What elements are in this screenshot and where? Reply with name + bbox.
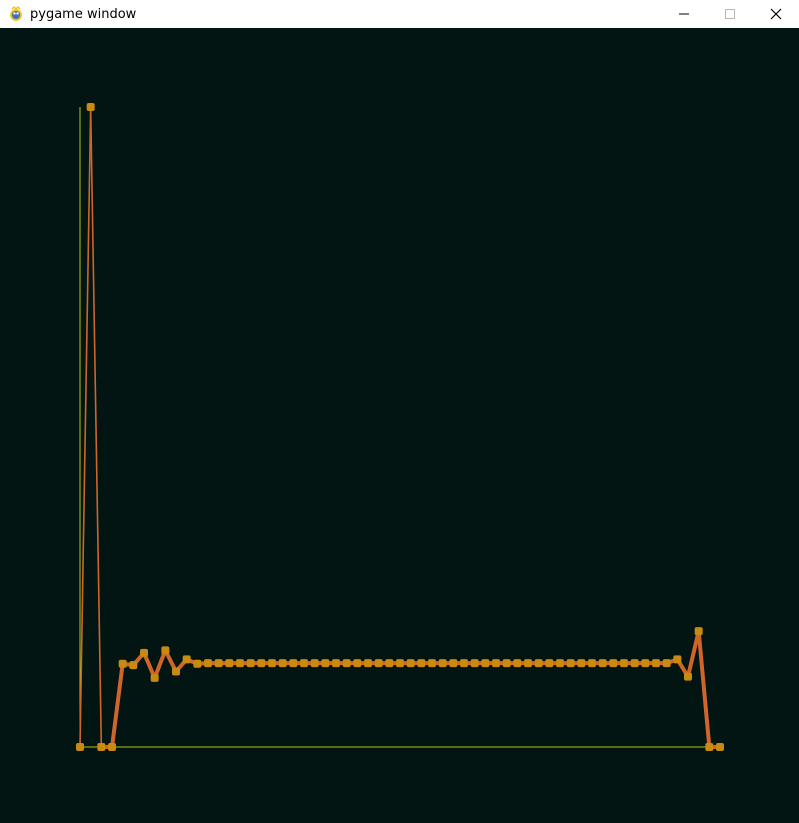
- data-point-marker: [694, 627, 703, 636]
- data-point-marker: [150, 673, 159, 682]
- data-point-marker: [342, 659, 351, 668]
- data-point-marker: [236, 659, 244, 668]
- line-plot: [76, 103, 724, 751]
- data-point-marker: [577, 659, 586, 668]
- data-point-marker: [353, 659, 362, 668]
- data-point-marker: [97, 743, 106, 751]
- maximize-icon: [725, 9, 735, 19]
- data-point-marker: [76, 743, 84, 751]
- series-segment: [696, 629, 712, 749]
- data-point-marker: [204, 659, 212, 668]
- data-point-marker: [598, 659, 607, 668]
- data-point-marker: [673, 655, 682, 664]
- data-point-marker: [620, 659, 628, 668]
- minimize-icon: [679, 13, 689, 15]
- data-point-marker: [406, 659, 415, 668]
- data-point-marker: [321, 659, 330, 668]
- data-point-marker: [300, 659, 308, 668]
- data-point-marker: [449, 659, 458, 668]
- series-marker-group: [76, 103, 724, 751]
- data-point-marker: [108, 743, 116, 751]
- data-point-marker: [716, 743, 724, 751]
- data-point-marker: [278, 659, 287, 668]
- data-point-marker: [630, 659, 639, 668]
- data-point-marker: [182, 655, 191, 664]
- series-segment: [152, 648, 168, 680]
- data-point-marker: [545, 659, 554, 668]
- data-point-marker: [588, 659, 596, 668]
- data-point-marker: [641, 659, 650, 668]
- data-point-marker: [129, 661, 138, 670]
- data-point-marker: [257, 659, 266, 668]
- data-point-marker: [86, 103, 95, 111]
- data-point-marker: [566, 659, 575, 668]
- pygame-window: pygame window: [0, 0, 799, 823]
- data-point-marker: [140, 648, 148, 657]
- data-point-marker: [470, 659, 479, 668]
- data-point-marker: [556, 659, 564, 668]
- data-point-marker: [428, 659, 436, 668]
- data-point-marker: [534, 659, 543, 668]
- data-point-marker: [364, 659, 372, 668]
- data-point-marker: [652, 659, 660, 668]
- close-button[interactable]: [753, 0, 799, 28]
- data-point-marker: [193, 659, 202, 668]
- series-segment: [110, 661, 125, 749]
- series-segment: [89, 106, 103, 748]
- pygame-snake-icon: [8, 5, 24, 22]
- close-icon: [770, 8, 782, 20]
- data-point-marker: [438, 659, 447, 668]
- window-title: pygame window: [30, 6, 137, 22]
- maximize-button[interactable]: [707, 0, 753, 28]
- series-segment: [79, 106, 92, 748]
- data-point-marker: [161, 646, 170, 655]
- data-point-marker: [289, 659, 298, 668]
- series-segment: [686, 629, 701, 679]
- data-point-marker: [396, 659, 404, 668]
- game-canvas[interactable]: [0, 28, 799, 823]
- data-point-marker: [214, 659, 223, 668]
- data-point-marker: [492, 659, 500, 668]
- data-point-marker: [662, 659, 671, 668]
- data-point-marker: [374, 659, 383, 668]
- data-point-marker: [481, 659, 490, 668]
- data-point-marker: [684, 672, 692, 681]
- data-point-marker: [246, 659, 255, 668]
- data-point-marker: [524, 659, 532, 668]
- window-controls: [661, 0, 799, 28]
- data-point-marker: [385, 659, 394, 668]
- data-point-marker: [460, 659, 468, 668]
- data-point-marker: [513, 659, 522, 668]
- data-point-marker: [417, 659, 426, 668]
- minimize-button[interactable]: [661, 0, 707, 28]
- data-point-marker: [225, 659, 234, 668]
- data-point-marker: [502, 659, 511, 668]
- data-point-marker: [609, 659, 618, 668]
- data-point-marker: [310, 659, 319, 668]
- data-point-marker: [118, 659, 127, 668]
- data-point-marker: [172, 667, 180, 676]
- data-point-marker: [332, 659, 340, 668]
- data-point-marker: [268, 659, 276, 668]
- title-bar[interactable]: pygame window: [0, 0, 799, 28]
- series-line-group: [79, 106, 722, 749]
- data-point-marker: [705, 743, 714, 751]
